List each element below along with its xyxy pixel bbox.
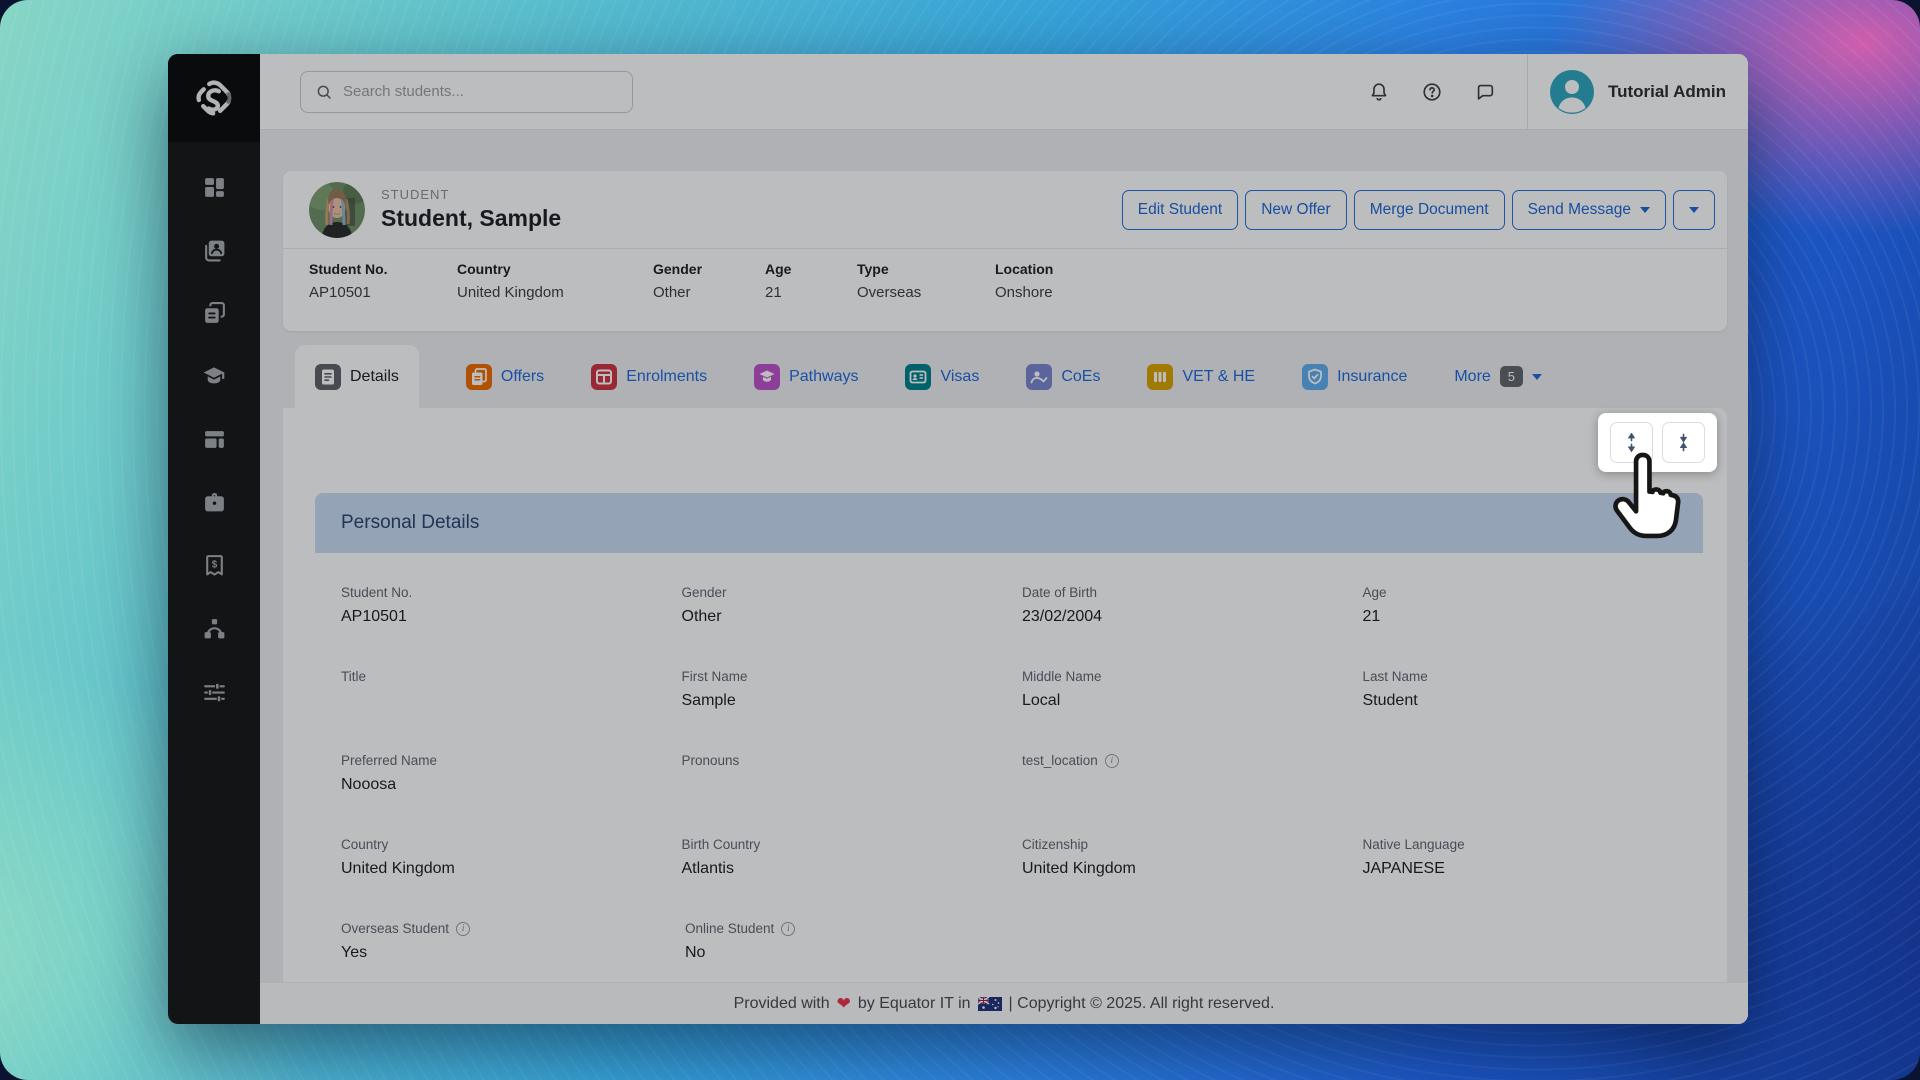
collapse-all-icon [1675,433,1692,452]
collapse-all-button[interactable] [1662,422,1705,463]
expand-all-button[interactable] [1610,422,1653,463]
tutorial-spotlight [1598,413,1717,472]
desktop: $ [0,0,1920,1080]
tutorial-dim-overlay [168,54,1748,1024]
app-window: $ [168,54,1748,1024]
expand-all-icon [1623,433,1640,452]
